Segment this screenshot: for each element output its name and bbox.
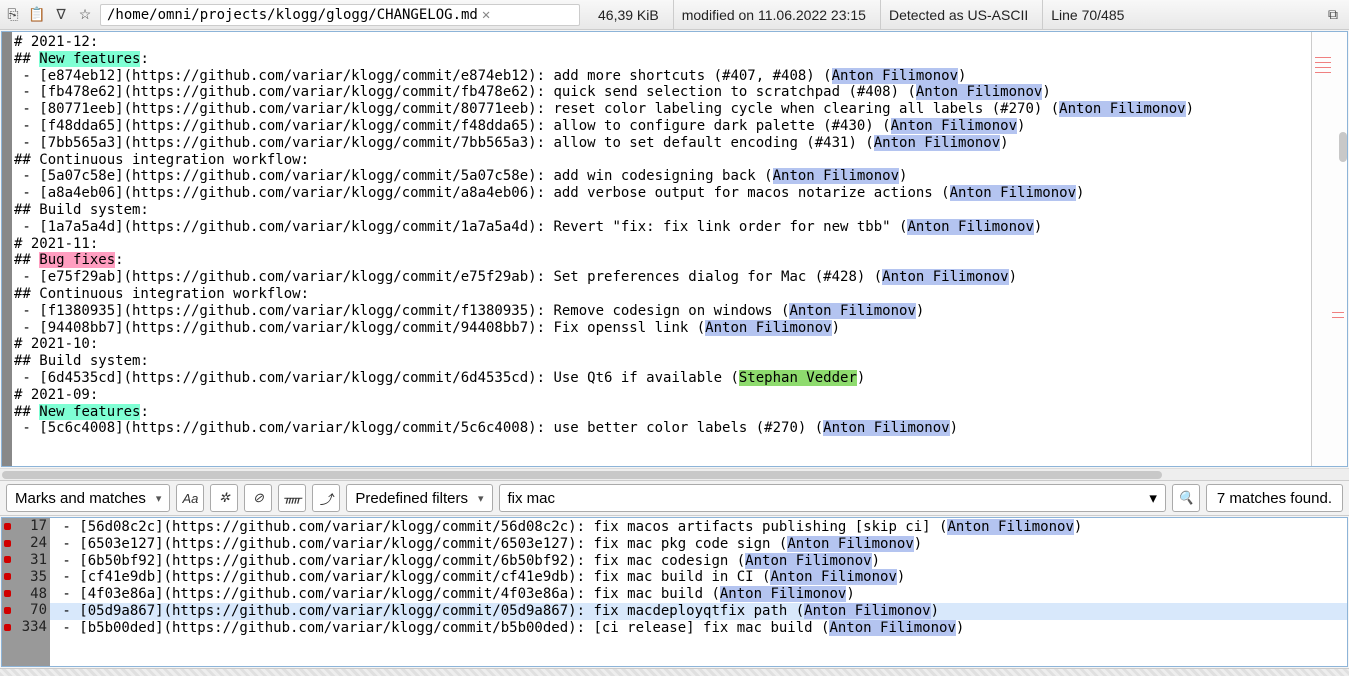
filter-icon[interactable]: ∇ (52, 6, 70, 24)
code-line[interactable]: # 2021-10: (14, 336, 1311, 353)
inverse-toggle-button[interactable]: ᚅ (278, 484, 306, 512)
case-toggle-button[interactable]: Aa (176, 484, 204, 512)
search-input[interactable]: fix mac ▾ (499, 484, 1166, 512)
filters-combo[interactable]: Predefined filters ▾ (346, 484, 492, 512)
code-line[interactable]: - [5a07c58e](https://github.com/variar/k… (14, 168, 1311, 185)
code-line[interactable]: - [6d4535cd](https://github.com/variar/k… (14, 370, 1311, 387)
result-line[interactable]: - [56d08c2c](https://github.com/variar/k… (50, 519, 1347, 536)
result-line[interactable]: - [4f03e86a](https://github.com/variar/k… (50, 586, 1347, 603)
code-line[interactable]: ## Bug fixes: (14, 252, 1311, 269)
code-line[interactable]: # 2021-09: (14, 387, 1311, 404)
file-encoding: Detected as US-ASCII (880, 0, 1036, 29)
code-line[interactable]: - [7bb565a3](https://github.com/variar/k… (14, 135, 1311, 152)
match-marker-icon (4, 590, 11, 597)
code-line[interactable]: ## New features: (14, 51, 1311, 68)
results-gutter: 172431354870334 (2, 518, 50, 666)
result-line-number[interactable]: 334 (2, 619, 50, 636)
match-mode-label: Marks and matches (15, 490, 146, 507)
external-link-icon[interactable]: ⧉ (1327, 6, 1345, 24)
splitter[interactable] (0, 668, 1349, 676)
code-line[interactable]: - [80771eeb](https://github.com/variar/k… (14, 101, 1311, 118)
code-line[interactable]: - [5c6c4008](https://github.com/variar/k… (14, 420, 1311, 437)
result-line-number[interactable]: 24 (2, 535, 50, 552)
code-line[interactable]: ## Build system: (14, 353, 1311, 370)
result-line-number[interactable]: 70 (2, 602, 50, 619)
close-tab-icon[interactable]: ✕ (482, 7, 490, 23)
code-line[interactable]: - [e75f29ab](https://github.com/variar/k… (14, 269, 1311, 286)
chevron-down-icon: ▾ (478, 492, 484, 505)
file-path: /home/omni/projects/klogg/glogg/CHANGELO… (107, 7, 478, 23)
main-view[interactable]: # 2021-12:## New features: - [e874eb12](… (1, 31, 1348, 467)
code-line[interactable]: # 2021-12: (14, 34, 1311, 51)
result-line-number[interactable]: 31 (2, 552, 50, 569)
boolean-toggle-button[interactable]: ⊘ (244, 484, 272, 512)
code-line[interactable]: ## Build system: (14, 202, 1311, 219)
star-icon[interactable]: ☆ (76, 6, 94, 24)
line-position: Line 70/485 (1042, 0, 1132, 29)
code-line[interactable]: ## Continuous integration workflow: (14, 286, 1311, 303)
code-line[interactable]: - [e874eb12](https://github.com/variar/k… (14, 68, 1311, 85)
scope-toggle-button[interactable]: ⤴ (312, 484, 340, 512)
filters-label: Predefined filters (355, 490, 468, 507)
code-line[interactable]: ## New features: (14, 404, 1311, 421)
file-modified: modified on 11.06.2022 23:15 (673, 0, 874, 29)
result-line[interactable]: - [6b50bf92](https://github.com/variar/k… (50, 553, 1347, 570)
match-marker-icon (4, 607, 11, 614)
code-line[interactable]: - [1a7a5a4d](https://github.com/variar/k… (14, 219, 1311, 236)
file-size: 46,39 KiB (590, 0, 667, 29)
titlebar: ⎘ 📋 ∇ ☆ /home/omni/projects/klogg/glogg/… (0, 0, 1349, 30)
code-line[interactable]: - [94408bb7](https://github.com/variar/k… (14, 320, 1311, 337)
scrollbar-thumb[interactable] (1339, 132, 1347, 162)
code-line[interactable]: - [f48dda65](https://github.com/variar/k… (14, 118, 1311, 135)
search-button[interactable]: 🔍 (1172, 484, 1200, 512)
match-mode-combo[interactable]: Marks and matches ▾ (6, 484, 170, 512)
overview-bar[interactable] (1311, 32, 1347, 466)
result-line[interactable]: - [cf41e9db](https://github.com/variar/k… (50, 569, 1347, 586)
code-line[interactable]: - [f1380935](https://github.com/variar/k… (14, 303, 1311, 320)
main-code-area[interactable]: # 2021-12:## New features: - [e874eb12](… (12, 32, 1311, 466)
result-line[interactable]: - [6503e127](https://github.com/variar/k… (50, 536, 1347, 553)
results-view[interactable]: 172431354870334 - [56d08c2c](https://git… (1, 517, 1348, 667)
file-path-box[interactable]: /home/omni/projects/klogg/glogg/CHANGELO… (100, 4, 580, 26)
match-marker-icon (4, 523, 11, 530)
regex-toggle-button[interactable]: ✲ (210, 484, 238, 512)
search-query: fix mac (508, 490, 556, 507)
code-line[interactable]: - [a8a4eb06](https://github.com/variar/k… (14, 185, 1311, 202)
code-line[interactable]: # 2021-11: (14, 236, 1311, 253)
copy-icon[interactable]: ⎘ (4, 6, 22, 24)
paste-icon[interactable]: 📋 (28, 6, 46, 24)
match-count: 7 matches found. (1206, 484, 1343, 512)
code-line[interactable]: - [fb478e62](https://github.com/variar/k… (14, 84, 1311, 101)
main-gutter (2, 32, 12, 466)
result-line-number[interactable]: 17 (2, 518, 50, 535)
chevron-down-icon: ▾ (1149, 489, 1157, 507)
match-marker-icon (4, 624, 11, 631)
result-line[interactable]: - [05d9a867](https://github.com/variar/k… (50, 603, 1347, 620)
match-marker-icon (4, 573, 11, 580)
search-bar: Marks and matches ▾ Aa ✲ ⊘ ᚅ ⤴ Predefine… (0, 480, 1349, 516)
code-line[interactable]: ## Continuous integration workflow: (14, 152, 1311, 169)
match-marker-icon (4, 540, 11, 547)
chevron-down-icon: ▾ (156, 492, 162, 505)
horizontal-scrollbar[interactable] (0, 468, 1349, 480)
results-code-area[interactable]: - [56d08c2c](https://github.com/variar/k… (50, 518, 1347, 666)
match-marker-icon (4, 556, 11, 563)
result-line-number[interactable]: 48 (2, 585, 50, 602)
result-line-number[interactable]: 35 (2, 568, 50, 585)
result-line[interactable]: - [b5b00ded](https://github.com/variar/k… (50, 620, 1347, 637)
